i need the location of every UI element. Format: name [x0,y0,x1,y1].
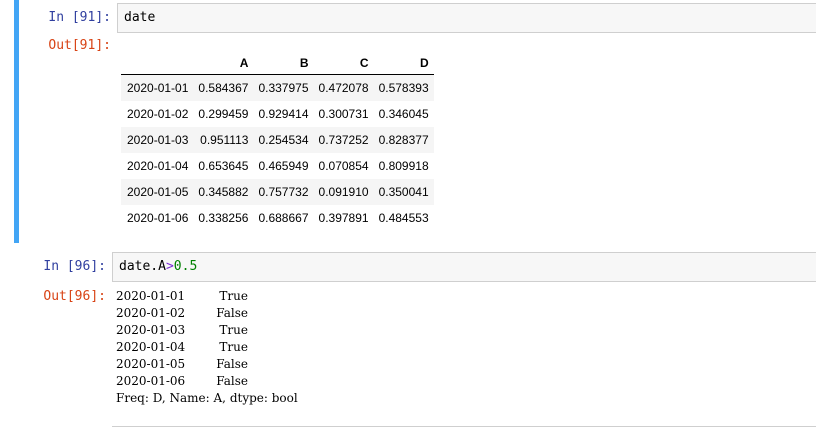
series-index: 2020-01-01 [116,289,186,303]
table-cell: 0.757732 [258,185,309,199]
series-output: 2020-01-01 True 2020-01-02 False 2020-01-0… [116,288,298,407]
table-cell: 0.254534 [258,133,309,147]
table-cell: 0.828377 [378,133,429,147]
series-row: 2020-01-05 False [116,356,298,373]
code-text: date [124,10,156,25]
series-index: 2020-01-04 [116,340,186,354]
table-row: 2020-01-04 0.653645 0.465949 0.070854 0.… [121,153,434,179]
row-index: 2020-01-06 [127,211,189,225]
series-row: 2020-01-06 False [116,373,298,390]
table-cell: 0.397891 [318,211,369,225]
table-header-row: A B C D [121,52,434,75]
series-row: 2020-01-03 True [116,322,298,339]
table-cell: 0.472078 [318,81,369,95]
column-header: C [359,56,369,70]
series-row: 2020-01-01 True [116,288,298,305]
series-index: 2020-01-03 [116,323,186,337]
table-cell: 0.688667 [258,211,309,225]
notebook-cell-96[interactable]: In [96]: date.A>0.5 Out[96]: 2020-01-01 T… [14,248,816,428]
input-prompt: In [91]: [48,10,111,25]
table-cell: 0.484553 [378,211,429,225]
series-value: True [219,340,248,354]
input-prompt: In [96]: [43,259,106,274]
series-index: 2020-01-05 [116,357,186,371]
table-cell: 0.070854 [318,159,369,173]
table-cell: 0.338256 [198,211,249,225]
table-cell: 0.346045 [378,107,429,121]
table-cell: 0.300731 [318,107,369,121]
dataframe-table: A B C D 2020-01-01 0.584367 0.337975 0.4… [121,52,434,231]
output-prompt: Out[96]: [43,289,106,304]
code-input[interactable]: date.A>0.5 [112,252,816,282]
table-row: 2020-01-01 0.584367 0.337975 0.472078 0.… [121,74,434,101]
table-cell: 0.091910 [318,185,369,199]
column-header: B [299,56,309,70]
series-value: False [216,357,248,371]
table-cell: 0.345882 [198,185,249,199]
column-header: A [239,56,249,70]
table-cell: 0.337975 [258,81,309,95]
table-cell: 0.350041 [378,185,429,199]
table-cell: 0.951113 [200,133,249,147]
code-variable: date.A [119,259,166,274]
table-row: 2020-01-06 0.338256 0.688667 0.397891 0.… [121,205,434,231]
table-row: 2020-01-02 0.299459 0.929414 0.300731 0.… [121,101,434,127]
output-prompt: Out[91]: [48,38,111,53]
column-header: D [419,56,429,70]
code-operator: > [165,259,174,274]
table-row: 2020-01-05 0.345882 0.757732 0.091910 0.… [121,179,434,205]
series-value: True [219,289,248,303]
table-cell: 0.578393 [378,81,429,95]
row-index: 2020-01-05 [127,185,189,199]
series-footer: Freq: D, Name: A, dtype: bool [116,391,298,405]
row-index: 2020-01-04 [127,159,189,173]
series-row: 2020-01-04 True [116,339,298,356]
row-index: 2020-01-02 [127,107,189,121]
table-cell: 0.809918 [378,159,429,173]
notebook-cell-91[interactable]: In [91]: date Out[91]: A B C D 2020-01-0… [14,0,816,243]
table-cell: 0.653645 [198,159,249,173]
table-row: 2020-01-03 0.951113 0.254534 0.737252 0.… [121,127,434,153]
code-input[interactable]: date [117,3,816,33]
table-cell: 0.465949 [258,159,309,173]
series-row: 2020-01-02 False [116,305,298,322]
table-cell: 0.299459 [198,107,249,121]
table-cell: 0.929414 [258,107,309,121]
series-value: True [219,323,248,337]
table-cell: 0.737252 [318,133,369,147]
series-index: 2020-01-02 [116,306,186,320]
row-index: 2020-01-01 [127,81,189,95]
code-number: 0.5 [173,259,198,274]
row-index: 2020-01-03 [127,133,189,147]
table-cell: 0.584367 [198,81,249,95]
series-value: False [216,306,248,320]
series-index: 2020-01-06 [116,374,186,388]
index-header [121,52,193,75]
series-value: False [216,374,248,388]
